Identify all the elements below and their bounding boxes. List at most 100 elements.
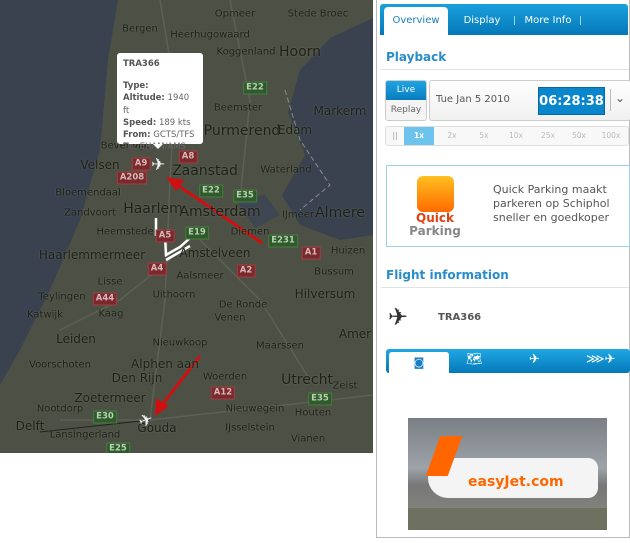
speed-10x[interactable]: 10x	[501, 127, 531, 145]
quick-parking-ad[interactable]: Quick Parking Quick Parking maakt parker…	[386, 165, 630, 247]
place-label: Katwijk	[27, 309, 63, 321]
place-label: Stede Broec	[287, 8, 349, 20]
date-value: Tue Jan 5 2010	[436, 94, 510, 105]
flight-map[interactable]: Opmeer Stede Broec Bergen Heerhugowaard Kogg…	[0, 0, 373, 453]
road-badge: A2	[236, 264, 256, 278]
place-label: Leiden	[56, 332, 96, 346]
tab-display[interactable]: Display	[452, 7, 512, 35]
playback-heading: Playback	[386, 50, 447, 64]
speed-100x[interactable]: 100x	[596, 127, 626, 145]
place-label: De Ronde	[218, 299, 268, 311]
flight-tooltip: TRA366 Type: Altitude: 1940 ft Speed: 18…	[117, 53, 203, 152]
place-label: Purmerend	[203, 123, 281, 139]
place-label: Haarlemmermeer	[38, 248, 146, 262]
sidebar: Overview Display More Info Playback Live…	[376, 0, 630, 538]
plane-trail-icon[interactable]: ⋙✈	[586, 352, 615, 367]
aircraft-type-icon: ✈	[388, 303, 409, 331]
place-label: Delft	[15, 419, 45, 433]
place-label: Den Rijn	[111, 371, 163, 385]
camera-icon[interactable]: ◙	[389, 352, 449, 373]
to-value: EHAM/AMS	[139, 142, 186, 153]
plane-icon[interactable]: ✈	[529, 352, 540, 367]
live-replay-toggle: Live Replay	[385, 80, 427, 121]
speed-25x[interactable]: 25x	[533, 127, 563, 145]
place-label: Nieuwegein	[225, 403, 285, 415]
place-label: Voorschoten	[29, 359, 91, 371]
place-label: Bussum	[314, 266, 354, 278]
road-badge: A5	[155, 229, 175, 243]
place-label: Aalsmeer	[176, 270, 224, 282]
aircraft-icon[interactable]: ✈	[151, 155, 165, 175]
road-badge: E19	[185, 226, 209, 240]
place-label: Vianen	[290, 433, 326, 445]
date-time-picker[interactable]: Tue Jan 5 2010 06:28:38 ⌄	[429, 80, 630, 121]
quick-parking-logo: Quick Parking	[405, 174, 465, 242]
road-badge: E35	[233, 189, 257, 203]
place-label: Amsterdam	[179, 204, 261, 220]
speed-2x[interactable]: 2x	[437, 127, 467, 145]
place-label: Almere	[315, 205, 365, 221]
place-label: Lansingerland	[49, 429, 121, 441]
place-label: Markerm	[313, 104, 367, 118]
altitude-label: Altitude:	[123, 93, 165, 104]
road-badge: A9	[131, 157, 151, 171]
place-label: Heerhugowaard	[170, 29, 250, 41]
place-label: IJmeer	[281, 209, 315, 221]
place-label: Hoorn	[278, 44, 322, 60]
replay-button[interactable]: Replay	[386, 100, 426, 120]
sidebar-tabs: Overview Display More Info	[380, 4, 628, 35]
road-badge: E25	[106, 442, 130, 453]
road-badge: A208	[116, 171, 148, 185]
place-label: Nieuwkoop	[152, 337, 208, 349]
road-badge: E22	[243, 81, 267, 95]
road-badge: E35	[308, 392, 332, 406]
road-badge: A44	[92, 292, 118, 306]
road-badge: A1	[301, 246, 321, 260]
pause-icon[interactable]: ||	[386, 127, 404, 145]
speed-5x[interactable]: 5x	[469, 127, 499, 145]
place-label: IJsselstein	[225, 422, 275, 434]
speed-label: Speed:	[123, 117, 157, 128]
place-label: Nootdorp	[36, 403, 84, 415]
place-label: Opmeer	[214, 8, 256, 20]
place-label: Amstelveen	[179, 246, 251, 260]
chevron-down-icon[interactable]: ⌄	[615, 91, 625, 105]
tab-overview[interactable]: Overview	[384, 7, 448, 35]
place-label: Velsen	[80, 158, 120, 172]
place-label: Maarssen	[256, 340, 304, 352]
time-value: 06:28:38	[538, 87, 605, 115]
from-value: GCTS/TFS	[153, 130, 195, 141]
place-label: Kaag	[98, 308, 124, 320]
world-map-icon[interactable]: 🗺	[466, 352, 483, 367]
place-label: Haarlem	[123, 201, 183, 217]
place-label: Bloemendaal	[55, 187, 121, 199]
place-label: Alphen aan	[131, 357, 199, 371]
place-label: Beemster	[213, 102, 263, 114]
road-badge: E30	[93, 410, 117, 424]
from-label: From:	[123, 130, 151, 141]
place-label: Heemstede	[96, 226, 154, 238]
place-label: Bergen	[122, 23, 158, 35]
place-label: Waterland	[260, 164, 312, 176]
aircraft-photo: easyJet.com	[408, 418, 607, 530]
speed-1x[interactable]: 1x	[404, 127, 434, 145]
road-badge: A4	[147, 262, 167, 276]
type-label: Type:	[123, 81, 149, 92]
live-button[interactable]: Live	[386, 81, 426, 100]
place-label: Hilversum	[294, 287, 356, 301]
place-label: Lisse	[97, 276, 123, 288]
road-badge: A12	[210, 386, 236, 400]
speed-50x[interactable]: 50x	[564, 127, 594, 145]
place-label: Venen	[214, 312, 246, 324]
road-badge: E22	[199, 184, 223, 198]
playback-speed-bar: || 1x 2x 5x 10x 25x 50x 100x	[385, 126, 629, 146]
place-label: Houten	[294, 407, 332, 419]
tab-more-info[interactable]: More Info	[518, 7, 578, 35]
place-label: Woerden	[202, 371, 248, 383]
speed-value: 189 kts	[158, 117, 191, 128]
to-label: To:	[123, 142, 137, 153]
place-label: Zaanstad	[172, 163, 238, 179]
place-label: Diemen	[230, 226, 270, 238]
place-label: Huizen	[330, 245, 366, 257]
place-label: Amer	[338, 327, 372, 341]
